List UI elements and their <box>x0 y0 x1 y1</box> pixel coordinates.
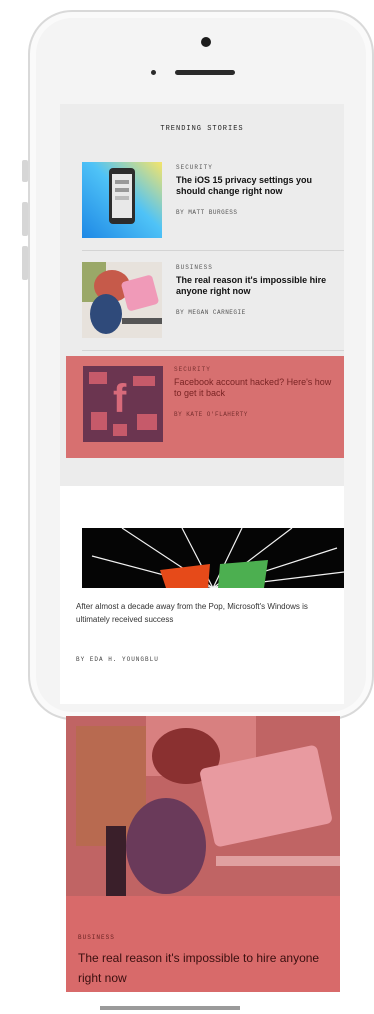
story-item[interactable]: BUSINESS The real reason it's impossible… <box>82 262 344 340</box>
cropped-text <box>100 1006 240 1010</box>
facebook-icon: f <box>83 366 163 442</box>
story-text: SECURITY The iOS 15 privacy settings you… <box>176 164 344 216</box>
sensor-icon <box>151 70 156 75</box>
person-at-desk-image <box>66 716 340 896</box>
featured-headline[interactable]: The real reason it's impossible to hire … <box>78 948 333 988</box>
story-byline: BY KATE O'FLAHERTY <box>174 411 248 418</box>
blurred-person-image <box>82 262 162 338</box>
facebook-puzzle-image: f <box>83 366 163 442</box>
story-byline: BY MEGAN CARNEGIE <box>176 309 246 316</box>
svg-text:f: f <box>113 377 127 421</box>
story-text: BUSINESS The real reason it's impossible… <box>176 264 344 316</box>
story-category: BUSINESS <box>176 264 213 271</box>
article-byline: BY EDA H. YOUNGBLU <box>76 656 159 663</box>
story-divider <box>82 350 344 351</box>
speaker-grille <box>175 70 235 75</box>
story-headline[interactable]: The real reason it's impossible hire any… <box>176 275 344 297</box>
story-item[interactable]: SECURITY The iOS 15 privacy settings you… <box>82 162 344 240</box>
story-thumbnail[interactable] <box>82 262 162 338</box>
story-category: SECURITY <box>174 366 211 373</box>
story-category: SECURITY <box>176 164 213 171</box>
article-image[interactable] <box>82 528 344 588</box>
light-rays-image <box>82 528 344 588</box>
story-divider <box>82 250 344 251</box>
front-camera-icon <box>201 37 211 47</box>
story-byline: BY MATT BURGESS <box>176 209 238 216</box>
story-headline[interactable]: Facebook account hacked? Here's how to g… <box>174 377 338 399</box>
featured-image[interactable] <box>66 716 340 896</box>
phone-privacy-image <box>82 162 162 238</box>
trending-title: TRENDING STORIES <box>160 125 244 133</box>
highlighted-story[interactable]: f SECURITY Facebook account hacked? Here… <box>66 356 344 458</box>
story-thumbnail[interactable] <box>82 162 162 238</box>
story-headline[interactable]: The iOS 15 privacy settings you should c… <box>176 175 344 197</box>
article-summary[interactable]: After almost a decade away from the Pop,… <box>76 600 338 626</box>
featured-category: BUSINESS <box>78 934 115 941</box>
featured-story-card[interactable]: BUSINESS The real reason it's impossible… <box>66 716 340 992</box>
story-text: SECURITY Facebook account hacked? Here's… <box>174 366 338 418</box>
